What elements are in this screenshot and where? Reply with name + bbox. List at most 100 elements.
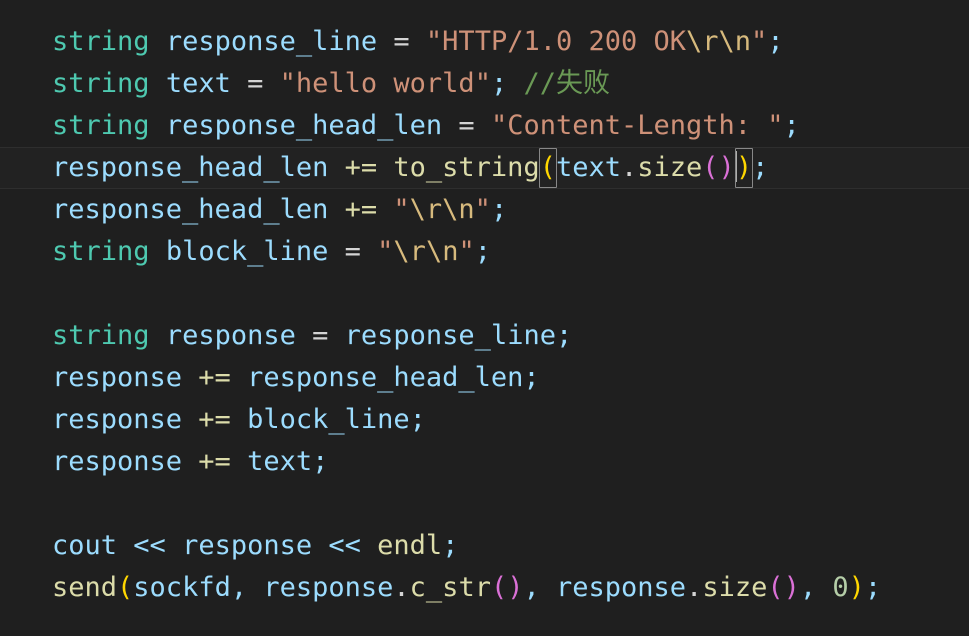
quote-close: " bbox=[474, 194, 491, 225]
code-line-10[interactable]: response += block_line; bbox=[0, 399, 969, 441]
code-line-9[interactable]: response += response_head_len; bbox=[0, 357, 969, 399]
code-line-8[interactable]: string response = response_line; bbox=[0, 315, 969, 357]
bracket-open-level2: ( bbox=[702, 152, 719, 183]
function-name: to_string bbox=[393, 152, 540, 183]
semicolon: ; bbox=[783, 110, 800, 141]
comma-separator: , bbox=[799, 572, 833, 603]
assignment-operator: = bbox=[230, 68, 280, 99]
code-line-7-blank[interactable] bbox=[0, 273, 969, 315]
semicolon: ; bbox=[864, 572, 882, 603]
bracket-open-level2: ( bbox=[490, 572, 508, 603]
escape-sequence-cr: \r bbox=[409, 194, 443, 225]
function-name-send: send bbox=[52, 572, 118, 603]
type-keyword: string bbox=[52, 320, 150, 351]
value-variable: response bbox=[182, 530, 313, 561]
member-access-dot: . bbox=[686, 572, 703, 603]
variable-name: response bbox=[165, 320, 296, 351]
comma-separator: , bbox=[523, 572, 556, 603]
variable-name: response bbox=[52, 446, 183, 477]
type-keyword: string bbox=[52, 110, 150, 141]
matching-bracket-close: ) bbox=[734, 148, 754, 188]
object-name: response bbox=[263, 572, 394, 603]
method-name-size: size bbox=[702, 572, 768, 603]
code-line-14[interactable]: send(sockfd, response.c_str(), response.… bbox=[0, 567, 969, 609]
code-line-5[interactable]: response_head_len += "\r\n"; bbox=[0, 189, 969, 231]
escape-sequence-cr: \r bbox=[686, 26, 719, 57]
string-literal-end: " bbox=[751, 26, 768, 57]
object-name: response bbox=[556, 572, 687, 603]
type-keyword: string bbox=[52, 26, 150, 57]
value-variable: response_line bbox=[344, 320, 556, 351]
variable-name: response_head_len bbox=[52, 152, 329, 183]
assignment-operator: = bbox=[328, 236, 378, 267]
line-comment: //失败 bbox=[523, 68, 610, 99]
bracket-close-level2: ) bbox=[783, 572, 800, 603]
assignment-operator: = bbox=[442, 110, 491, 141]
string-literal: "Content-Length: " bbox=[490, 110, 784, 141]
value-variable: response_head_len bbox=[247, 362, 524, 393]
variable-name: text bbox=[165, 68, 231, 99]
code-line-3[interactable]: string response_head_len = "Content-Leng… bbox=[0, 105, 969, 147]
semicolon: ; bbox=[523, 362, 540, 393]
bracket-open-level2: ( bbox=[767, 572, 784, 603]
assignment-operator: = bbox=[295, 320, 345, 351]
code-line-13[interactable]: cout << response << endl; bbox=[0, 525, 969, 567]
editor-text-area[interactable]: string response_line = "HTTP/1.0 200 OK\… bbox=[0, 0, 969, 636]
matching-bracket-open: ( bbox=[538, 148, 557, 188]
quote-open: " bbox=[377, 236, 394, 267]
method-name-cstr: c_str bbox=[409, 572, 491, 603]
code-line-4-current[interactable]: response_head_len += to_string(text.size… bbox=[0, 147, 969, 189]
comma-separator: , bbox=[230, 572, 264, 603]
code-line-6[interactable]: string block_line = "\r\n"; bbox=[0, 231, 969, 273]
semicolon: ; bbox=[767, 26, 784, 57]
variable-name: response_head_len bbox=[165, 110, 443, 141]
compound-assign-operator: += bbox=[328, 152, 394, 183]
semicolon: ; bbox=[555, 320, 573, 351]
variable-name: response bbox=[52, 404, 183, 435]
type-keyword: string bbox=[52, 236, 150, 267]
code-line-12-blank[interactable] bbox=[0, 483, 969, 525]
compound-assign-operator: += bbox=[182, 446, 248, 477]
escape-sequence-lf: \n bbox=[425, 236, 459, 267]
number-literal: 0 bbox=[832, 572, 849, 603]
compound-assign-operator: += bbox=[182, 362, 248, 393]
escape-sequence-lf: \n bbox=[718, 26, 752, 57]
code-line-1[interactable]: string response_line = "HTTP/1.0 200 OK\… bbox=[0, 21, 969, 63]
assignment-operator: = bbox=[377, 26, 426, 57]
semicolon: ; bbox=[474, 236, 491, 267]
escape-sequence-cr: \r bbox=[393, 236, 426, 267]
quote-close: " bbox=[458, 236, 475, 267]
code-editor[interactable]: string response_line = "HTTP/1.0 200 OK\… bbox=[0, 0, 969, 636]
bracket-open-level1: ( bbox=[117, 572, 134, 603]
type-keyword: string bbox=[52, 68, 150, 99]
semicolon: ; bbox=[312, 446, 329, 477]
member-access-dot: . bbox=[393, 572, 410, 603]
semicolon: ; bbox=[490, 68, 508, 99]
member-access-dot: . bbox=[620, 152, 638, 183]
variable-name: response_head_len bbox=[52, 194, 329, 225]
variable-name: block_line bbox=[165, 236, 329, 267]
method-name: size bbox=[637, 152, 703, 183]
code-line-11[interactable]: response += text; bbox=[0, 441, 969, 483]
variable-name: response_line bbox=[165, 26, 378, 57]
stream-insert-operator: << bbox=[117, 530, 183, 561]
semicolon: ; bbox=[409, 404, 426, 435]
semicolon: ; bbox=[442, 530, 459, 561]
string-literal: "hello world" bbox=[279, 68, 491, 99]
stream-object-cout: cout bbox=[52, 530, 118, 561]
compound-assign-operator: += bbox=[182, 404, 248, 435]
semicolon: ; bbox=[490, 194, 508, 225]
escape-sequence-lf: \n bbox=[442, 194, 475, 225]
string-literal: "HTTP/1.0 200 OK bbox=[425, 26, 687, 57]
code-line-2[interactable]: string text = "hello world"; //失败 bbox=[0, 63, 969, 105]
bracket-close-level2: ) bbox=[507, 572, 524, 603]
object-name: text bbox=[555, 152, 621, 183]
bracket-close-level1: ) bbox=[848, 572, 865, 603]
endl-manipulator: endl bbox=[377, 530, 443, 561]
quote-open: " bbox=[393, 194, 410, 225]
semicolon: ; bbox=[752, 152, 769, 183]
stream-insert-operator: << bbox=[312, 530, 378, 561]
compound-assign-operator: += bbox=[328, 194, 394, 225]
bracket-close-level2: ) bbox=[718, 152, 735, 183]
variable-name: response bbox=[52, 362, 183, 393]
